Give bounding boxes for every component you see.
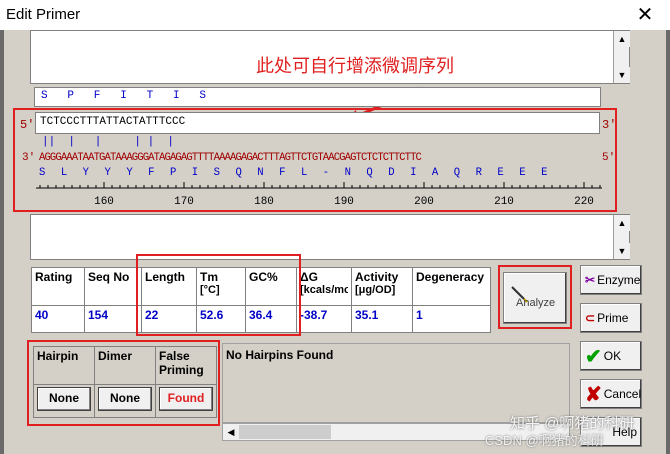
dimer-button[interactable]: None [98, 387, 152, 411]
checks-table: Hairpin Dimer False Priming None None Fo… [33, 346, 217, 418]
ruler-label: 170 [174, 196, 194, 208]
value-activity: 35.1 [351, 305, 413, 333]
enzyme-label: Enzyme [597, 273, 641, 287]
ruler-label: 220 [574, 196, 594, 208]
close-icon[interactable]: ✕ [628, 2, 662, 28]
ruler-label: 180 [254, 196, 274, 208]
primer-sequence-input[interactable]: TCTCCCTTTATTACTATTTCCC [35, 112, 600, 134]
scroll-down-icon[interactable]: ▼ [614, 243, 630, 259]
dimer-cell: None [94, 384, 156, 418]
scroll-thumb[interactable] [239, 425, 331, 439]
prime-icon: ⊂ [585, 311, 596, 325]
checkmark-icon: ✔ [585, 345, 602, 368]
header-dimer: Dimer [94, 346, 156, 385]
header-rating: Rating [31, 267, 85, 306]
false-priming-cell: Found [155, 384, 217, 418]
template-3prime-label: 3' [22, 152, 36, 164]
primer-aa-box: S P F I T I S [34, 87, 601, 107]
annotation-text: 此处可自行增添微调序列 [256, 56, 454, 76]
cancel-x-icon: ✘ [585, 383, 602, 406]
value-degeneracy: 1 [412, 305, 491, 333]
lower-panel-scrollbar[interactable]: ▲ ▼ [613, 215, 630, 259]
window-title: Edit Primer [6, 6, 81, 23]
value-dg: -38.7 [296, 305, 352, 333]
cancel-label: Cancel [603, 387, 642, 401]
template-5prime-label: 5' [602, 152, 616, 164]
ruler-label: 190 [334, 196, 354, 208]
template-sequence: AGGGAAATAATGATAAAGGGATAGAGAGTTTTAAAAGAGA… [39, 152, 422, 164]
watermark-sub: CSDN @啊猪的科研 [485, 433, 604, 448]
analyze-label: Analyze [516, 297, 556, 309]
hairpin-button[interactable]: None [37, 387, 91, 411]
message-text: No Hairpins Found [226, 348, 334, 362]
scroll-up-icon[interactable]: ▲ [614, 215, 630, 231]
window-frame-left [0, 30, 4, 454]
header-false-priming: False Priming [155, 346, 217, 385]
ok-button[interactable]: ✔ OK [580, 341, 642, 371]
header-dg: ΔG [kcals/mo [296, 267, 352, 306]
header-dg-unit: [kcals/mo [300, 284, 348, 296]
scroll-down-icon[interactable]: ▼ [614, 67, 630, 83]
primer-5prime-label: 5' [20, 118, 35, 132]
value-seqno: 154 [84, 305, 142, 333]
primer-aa-text: S P F I T I S [41, 90, 207, 102]
enzyme-icon: ✂ [585, 273, 596, 287]
header-degeneracy: Degeneracy [412, 267, 491, 306]
header-hairpin: Hairpin [33, 346, 95, 385]
ok-label: OK [603, 349, 622, 363]
prime-button[interactable]: ⊂ Prime [580, 303, 642, 333]
analyze-button[interactable]: Analyze [503, 272, 567, 324]
window-frame-right [666, 30, 670, 454]
header-activity: Activity [μg/OD] [351, 267, 413, 306]
binding-ticks: || | | | | | [42, 136, 175, 148]
cancel-button[interactable]: ✘ Cancel [580, 379, 642, 409]
primer-3prime-label: 3' [602, 118, 617, 132]
scroll-left-icon[interactable]: ◀ [223, 424, 239, 440]
top-panel-scrollbar[interactable]: ▲ ▼ [613, 31, 630, 83]
position-ruler: 160 170 180 190 200 210 220 [36, 182, 602, 208]
false-priming-button[interactable]: Found [159, 387, 213, 411]
header-dg-label: ΔG [300, 270, 318, 284]
value-rating: 40 [31, 305, 85, 333]
scroll-up-icon[interactable]: ▲ [614, 31, 630, 47]
prime-label: Prime [597, 311, 629, 325]
header-seqno: Seq No [84, 267, 142, 306]
header-activity-unit: [μg/OD] [355, 284, 396, 296]
header-activity-label: Activity [355, 270, 399, 284]
checks-table-container: Hairpin Dimer False Priming None None Fo… [33, 346, 217, 418]
ruler-label: 160 [94, 196, 114, 208]
template-aa: S L Y Y Y F P I S Q N F L - N Q D I A Q … [39, 167, 547, 179]
message-panel: No Hairpins Found [222, 343, 570, 423]
length-tm-gc-highlight [136, 254, 301, 336]
lower-text-panel[interactable] [30, 214, 630, 260]
ruler-label: 210 [494, 196, 514, 208]
ruler-label: 200 [414, 196, 434, 208]
title-bar [0, 0, 670, 30]
primer-sequence-text: TCTCCCTTTATTACTATTTCCC [40, 116, 186, 128]
hairpin-cell: None [33, 384, 95, 418]
enzyme-button[interactable]: ✂ Enzyme [580, 265, 642, 295]
